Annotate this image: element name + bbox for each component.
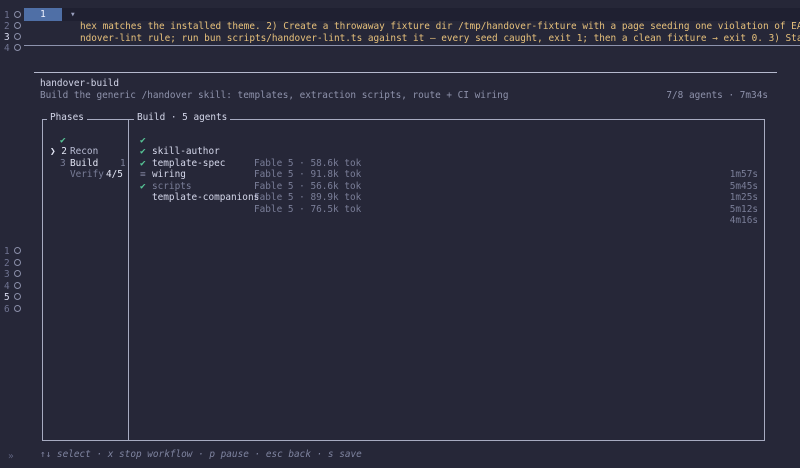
circle-icon xyxy=(13,247,21,254)
line-number: 4 xyxy=(4,43,21,54)
circle-icon xyxy=(13,11,21,18)
agents-count: 7/8 agents xyxy=(666,90,723,101)
line-number-current: 3 xyxy=(4,32,21,43)
circle-icon xyxy=(13,281,21,289)
workflow-stats: 7/8 agents · 7m34s xyxy=(666,90,768,101)
circle-icon xyxy=(13,270,21,277)
editor-tab[interactable]: 1 xyxy=(24,8,62,21)
caret-icon: ▾ xyxy=(70,9,76,20)
circle-icon xyxy=(13,258,21,266)
workflow-description: Build the generic /handover skill: templ… xyxy=(40,90,509,101)
phase-item-build[interactable]: ❯ 2 Build 4/5 xyxy=(48,135,126,180)
hint-select: ↑↓ select xyxy=(40,449,91,460)
agent-time: 5m45s xyxy=(729,180,758,192)
phase-count: 4/5 xyxy=(106,169,123,180)
agent-row[interactable]: ✔ template-companions Fable 5 · 76.5k to… xyxy=(140,169,760,227)
panel-divider xyxy=(128,119,129,441)
prompt-line: hex matches the installed theme. 2) Crea… xyxy=(80,21,800,32)
phase-count: 1 xyxy=(120,157,126,169)
keyboard-hints: ↑↓ select · x stop workflow · p pause · … xyxy=(40,449,362,460)
build-title: Build · 5 agents xyxy=(134,112,231,123)
agent-meta: Fable 5 · 56.6k tok xyxy=(254,180,362,192)
hint-pause: p pause xyxy=(209,449,249,460)
line-number: 1 xyxy=(4,246,21,257)
header-rule xyxy=(34,72,777,73)
line-number-current: 5 xyxy=(4,292,21,303)
hint-stop: x stop workflow xyxy=(107,449,193,460)
circle-icon xyxy=(13,293,21,300)
agent-meta: Fable 5 · 89.9k tok xyxy=(254,192,362,203)
agent-row[interactable]: ≡ scripts Fable 5 · 89.9k tok 5m12s xyxy=(140,158,760,215)
circle-icon xyxy=(13,304,21,312)
agent-row[interactable]: ✔ template-spec Fable 5 · 91.8k tok 5m45… xyxy=(140,135,760,192)
workflow-title: handover-build xyxy=(40,78,120,89)
elapsed-time: 7m34s xyxy=(739,90,768,101)
check-icon: ✔ xyxy=(140,180,146,192)
agent-time: 4m16s xyxy=(729,215,758,226)
line-number: 4 xyxy=(4,281,21,292)
circle-icon xyxy=(13,33,21,40)
agent-row[interactable]: ✔ skill-author Fable 5 · 58.6k tok 1m57s xyxy=(140,123,760,181)
line-number: 6 xyxy=(4,304,21,315)
agent-row[interactable]: ✔ wiring Fable 5 · 56.6k tok 1m25s xyxy=(140,146,760,204)
phases-title: Phases xyxy=(47,112,87,123)
agents-table: ✔ skill-author Fable 5 · 58.6k tok 1m57s… xyxy=(140,123,760,227)
phase-item-verify[interactable]: 3 Verify xyxy=(48,146,126,181)
line-number: 3 xyxy=(4,269,21,280)
line-number: 1 xyxy=(4,10,21,21)
cursor-marker: » xyxy=(8,451,14,462)
agent-meta: Fable 5 · 76.5k tok xyxy=(254,203,362,215)
phase-number: 3 xyxy=(60,157,66,169)
phase-label: Verify xyxy=(70,169,104,180)
agent-name: template-companions xyxy=(152,192,260,203)
phases-list: ✔ Recon 1 ❯ 2 Build 4/5 3 Verify xyxy=(48,123,126,181)
line-number: 2 xyxy=(4,258,21,269)
hint-save: s save xyxy=(327,449,362,460)
circle-icon xyxy=(13,22,21,29)
prompt-line: ndover-lint rule; run bun scripts/handov… xyxy=(80,33,800,44)
line-number: 2 xyxy=(4,21,21,32)
hint-back: esc back xyxy=(265,449,311,460)
editor-tab-bar xyxy=(24,8,800,21)
circle-icon xyxy=(13,44,21,51)
phase-item-recon[interactable]: ✔ Recon 1 xyxy=(48,123,126,169)
editor-divider xyxy=(24,45,800,46)
agent-time: 5m12s xyxy=(729,203,758,215)
agent-time: 1m25s xyxy=(729,192,758,203)
phase-label: Build xyxy=(70,157,99,169)
